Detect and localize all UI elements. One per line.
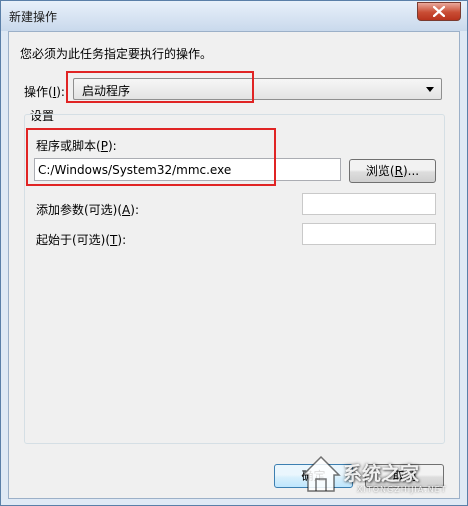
close-icon [433,6,445,17]
dialog-content: 您必须为此任务指定要执行的操作。 操作(I): 启动程序 设置 程序或脚本(P)… [8,31,460,499]
arguments-label: 添加参数(可选)(A): [36,203,139,217]
action-dropdown[interactable]: 启动程序 [73,78,442,100]
title-bar[interactable]: 新建操作 [1,1,467,31]
browse-button[interactable]: 浏览(R)... [349,159,436,183]
close-button[interactable] [417,2,461,21]
action-dropdown-value: 启动程序 [82,84,131,98]
chevron-down-icon [426,87,434,92]
window-title: 新建操作 [9,10,58,24]
arguments-input[interactable] [302,193,436,215]
program-path-input[interactable]: C:/Windows/System32/mmc.exe [34,158,341,181]
dialog-window: 新建操作 您必须为此任务指定要执行的操作。 操作(I): 启动程序 设置 程序或… [0,0,468,506]
cancel-button[interactable]: 取消 [365,464,444,488]
instruction-text: 您必须为此任务指定要执行的操作。 [20,47,213,61]
program-path-value: C:/Windows/System32/mmc.exe [38,163,232,177]
start-in-input[interactable] [302,223,436,245]
ok-button[interactable]: 确定 [274,464,353,488]
start-in-label: 起始于(可选)(T): [36,233,127,247]
action-label: 操作(I): [24,85,65,99]
program-label: 程序或脚本(P): [36,139,117,153]
